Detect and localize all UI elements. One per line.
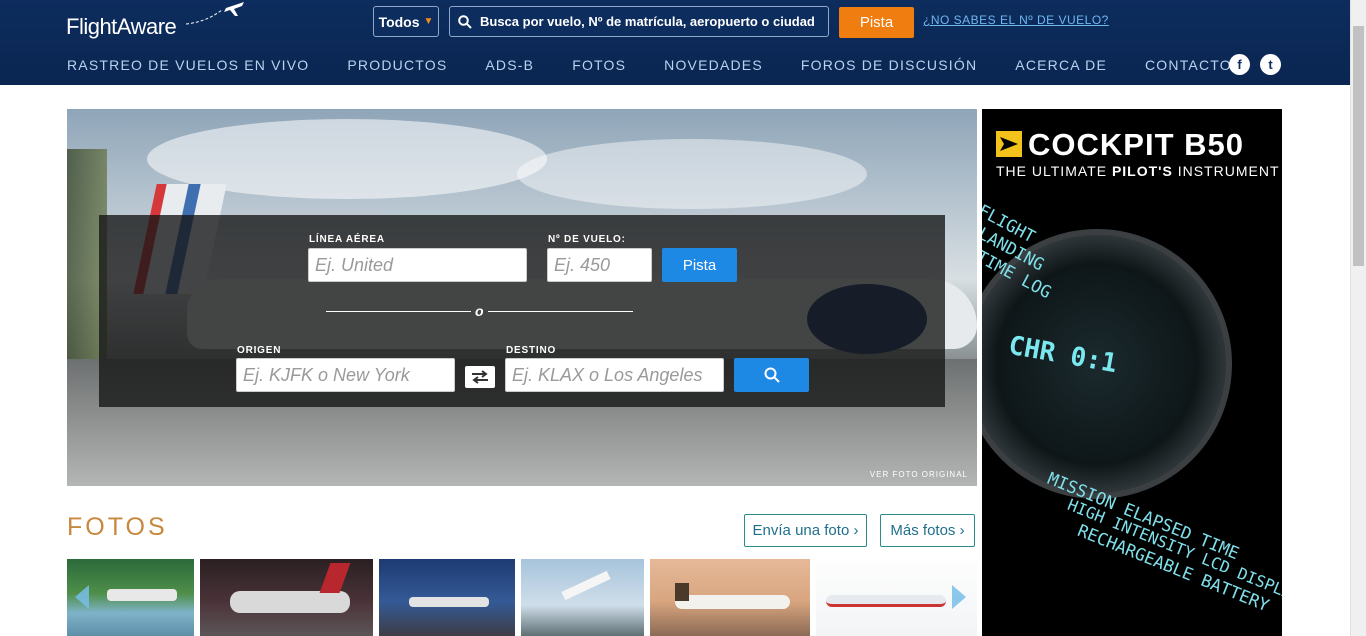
header-search: Todos ▼ Pista: [373, 6, 914, 38]
main-nav: RASTREO DE VUELOS EN VIVO PRODUCTOS ADS-…: [67, 57, 1270, 73]
advertisement-banner[interactable]: COCKPIT B50 THE ULTIMATE PILOT'S INSTRUM…: [982, 109, 1282, 636]
submit-photo-button[interactable]: Envía una foto ›: [744, 514, 867, 547]
airline-label: LÍNEA AÉREA: [309, 234, 385, 245]
photo-carousel: [67, 559, 977, 636]
nav-forums[interactable]: FOROS DE DISCUSIÓN: [801, 57, 977, 73]
search-field[interactable]: [449, 6, 829, 37]
divider: [326, 311, 471, 312]
carousel-next-icon[interactable]: [952, 585, 966, 609]
site-header: FlightAware Todos ▼ Pista ¿NO SABES EL N…: [0, 0, 1350, 85]
nav-live-tracking[interactable]: RASTREO DE VUELOS EN VIVO: [67, 57, 309, 73]
airline-input[interactable]: [308, 248, 527, 282]
track-flight-button[interactable]: Pista: [662, 248, 737, 282]
search-input[interactable]: [480, 14, 820, 29]
divider: [488, 311, 633, 312]
or-label: o: [475, 303, 484, 319]
plane-logo-icon: [186, 2, 244, 25]
nav-about[interactable]: ACERCA DE: [1015, 57, 1107, 73]
photo-thumbnail[interactable]: [521, 559, 644, 636]
flight-search-panel: LÍNEA AÉREA Nº DE VUELO: Pista o ORIGEN …: [99, 215, 945, 407]
ad-subtitle-bold: PILOT'S: [1111, 163, 1173, 179]
flight-number-label: Nº DE VUELO:: [548, 234, 626, 245]
view-original-photo-link[interactable]: VER FOTO ORIGINAL: [870, 470, 968, 479]
origin-input[interactable]: [236, 358, 455, 392]
photo-thumbnail[interactable]: [379, 559, 515, 636]
hero-cloud: [517, 139, 867, 209]
nav-contact[interactable]: CONTACTO: [1145, 57, 1232, 73]
search-icon: [764, 367, 780, 383]
logo-text: FlightAware: [66, 14, 177, 39]
twitter-icon[interactable]: t: [1260, 54, 1281, 75]
social-links: f t: [1229, 54, 1281, 75]
photo-thumbnail[interactable]: [650, 559, 810, 636]
breitling-logo-icon: [996, 131, 1022, 157]
ad-subtitle: THE ULTIMATE PILOT'S INSTRUMENT: [996, 163, 1280, 179]
destination-label: DESTINO: [506, 345, 557, 356]
search-icon: [458, 14, 472, 29]
destination-input[interactable]: [505, 358, 724, 392]
nav-products[interactable]: PRODUCTOS: [347, 57, 447, 73]
ad-subtitle-post: INSTRUMENT: [1172, 163, 1280, 179]
flight-number-input[interactable]: [547, 248, 652, 282]
carousel-prev-icon[interactable]: [75, 585, 89, 609]
nav-ads-b[interactable]: ADS-B: [485, 57, 534, 73]
route-search-button[interactable]: [734, 358, 809, 392]
page-scrollbar[interactable]: [1350, 0, 1366, 636]
chevron-down-icon: ▼: [423, 16, 434, 27]
ad-subtitle-pre: THE ULTIMATE: [996, 163, 1112, 179]
nav-photos[interactable]: FOTOS: [572, 57, 626, 73]
search-scope-dropdown[interactable]: Todos ▼: [373, 6, 439, 37]
watch-display: CHR 0:1: [1006, 330, 1120, 380]
origin-label: ORIGEN: [237, 345, 282, 356]
unknown-flight-link[interactable]: ¿NO SABES EL Nº DE VUELO?: [923, 13, 1109, 27]
header-track-button[interactable]: Pista: [839, 7, 914, 38]
facebook-icon[interactable]: f: [1229, 54, 1250, 75]
nav-news[interactable]: NOVEDADES: [664, 57, 763, 73]
flightaware-logo[interactable]: FlightAware: [66, 2, 244, 40]
photo-thumbnail[interactable]: [200, 559, 373, 636]
photos-section-title: FOTOS: [67, 513, 168, 541]
ad-title: COCKPIT B50: [1028, 127, 1244, 162]
search-scope-label: Todos: [378, 13, 420, 30]
scrollbar-thumb[interactable]: [1353, 26, 1364, 266]
more-photos-button[interactable]: Más fotos ›: [880, 514, 975, 547]
swap-icon[interactable]: [465, 366, 495, 388]
